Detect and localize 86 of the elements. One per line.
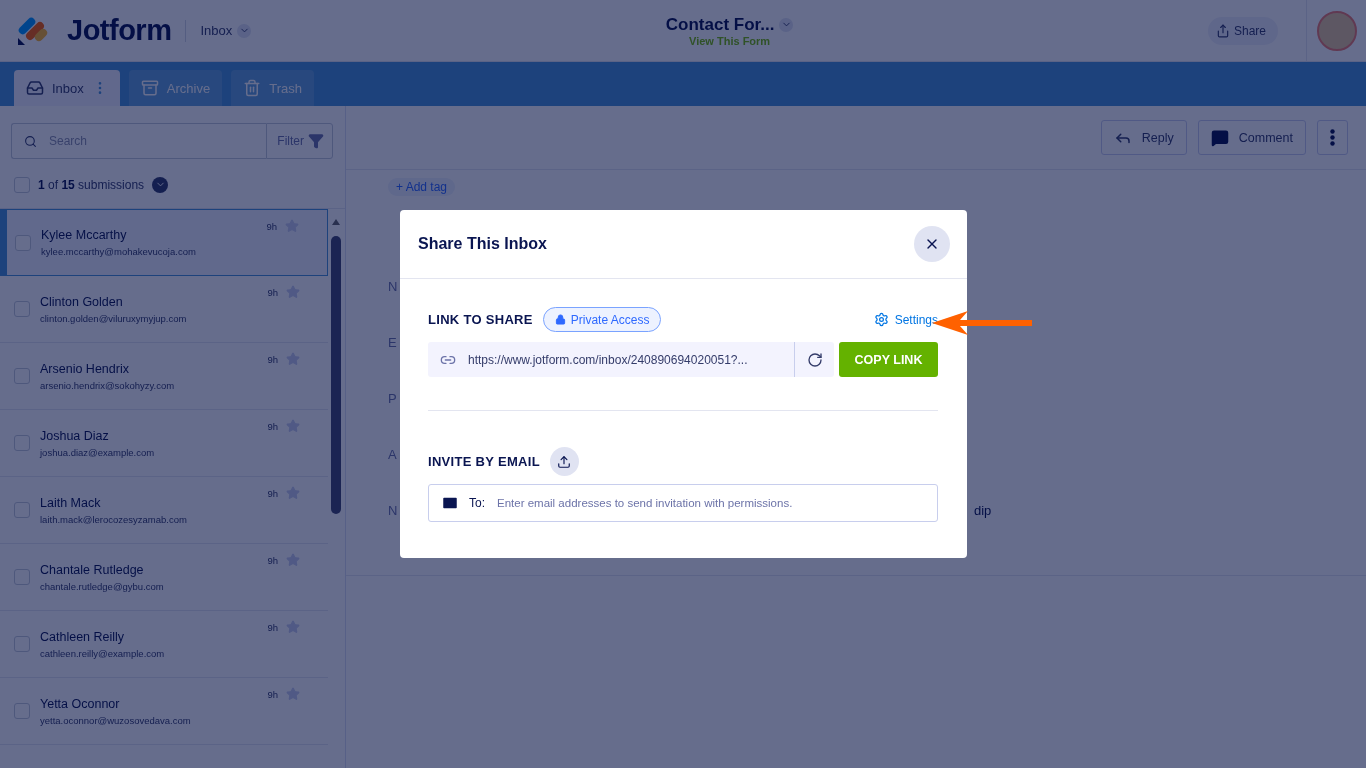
field-value: dip — [974, 502, 992, 518]
checkbox[interactable] — [14, 435, 30, 451]
submitter-email: clinton.golden@viluruxymyjup.com — [40, 312, 188, 324]
filter-button[interactable]: Filter — [266, 123, 333, 159]
submitter-name: Kylee Mccarthy — [41, 228, 128, 242]
mail-icon — [441, 494, 459, 512]
submitter-name: Cathleen Reilly — [40, 629, 126, 644]
section-title: LINK TO SHARE — [428, 312, 533, 327]
checkbox[interactable] — [14, 176, 30, 193]
submitter-email: cathleen.reilly@example.com — [40, 647, 166, 659]
settings-link[interactable]: Settings — [873, 312, 938, 327]
submitter-email: arsenio.hendrix@sokohyzy.com — [40, 379, 176, 391]
submission-item[interactable]: Yetta Oconnor yetta.oconnor@wuzosovedava.com 9h — [0, 678, 328, 745]
tab[interactable]: Inbox — [14, 70, 120, 106]
checkbox[interactable] — [14, 703, 30, 719]
section-switcher[interactable]: Inbox — [200, 23, 233, 38]
submission-item[interactable]: Cathleen Reilly cathleen.reilly@example.com 9h — [0, 611, 328, 678]
comment-icon — [1210, 128, 1229, 147]
more-button[interactable] — [1317, 120, 1348, 155]
search-icon — [24, 134, 37, 148]
time-ago: 9h — [267, 554, 278, 566]
upload-button[interactable] — [549, 447, 579, 476]
submitter-name: Chantale Rutledge — [40, 562, 145, 577]
checkbox[interactable] — [14, 636, 30, 652]
submission-item[interactable]: Joshua Diaz joshua.diaz@example.com 9h — [0, 410, 328, 477]
time-ago: 9h — [267, 353, 278, 365]
time-ago: 9h — [266, 220, 277, 232]
field-label: A — [388, 446, 398, 462]
form-title[interactable]: Contact For... — [665, 14, 775, 35]
checkbox[interactable] — [14, 569, 30, 585]
submitter-email: joshua.diaz@example.com — [40, 446, 156, 458]
more-icon — [1330, 129, 1335, 146]
upload-icon — [557, 454, 572, 469]
submitter-email: chantale.rutledge@gybu.com — [40, 580, 165, 592]
refresh-icon — [806, 351, 823, 368]
avatar[interactable] — [1316, 10, 1357, 51]
brand-name: Jotform — [67, 14, 172, 47]
submitter-name: Clinton Golden — [40, 294, 124, 309]
field-label: N — [388, 502, 399, 518]
time-ago: 9h — [267, 487, 278, 499]
access-badge[interactable]: Private Access — [542, 307, 662, 332]
field-label: E — [388, 334, 398, 350]
copy-link-button[interactable]: COPY LINK — [839, 342, 938, 377]
submitter-name: Laith Mack — [40, 495, 102, 510]
lock-icon — [554, 314, 566, 325]
time-ago: 9h — [267, 286, 278, 298]
add-tag-button[interactable]: + Add tag — [388, 178, 456, 196]
inbox-icon — [26, 79, 44, 97]
submitter-name: Joshua Diaz — [40, 428, 110, 443]
chevron-down-icon[interactable] — [779, 17, 794, 32]
filter-icon — [308, 133, 324, 149]
archive-icon — [140, 79, 159, 97]
submission-item[interactable]: Kylee Mccarthy kylee.mccarthy@mohakevucoja.com 9h — [0, 209, 328, 276]
share-link-field[interactable]: https://www.jotform.com/inbox/240890694020051?... — [428, 342, 834, 377]
submitter-email: yetta.oconnor@wuzosovedava.com — [40, 714, 192, 726]
trash-icon — [243, 79, 262, 97]
checkbox[interactable] — [15, 234, 31, 251]
submission-count: 1 of 15 submissions — [38, 177, 145, 192]
dialog-title: Share This Inbox — [418, 235, 547, 253]
submitter-name: Yetta Oconnor — [40, 696, 121, 711]
field-label: P — [388, 390, 398, 406]
close-button[interactable] — [914, 226, 950, 262]
submission-item[interactable]: Chantale Rutledge chantale.rutledge@gybu.com 9h — [0, 544, 328, 611]
share-icon — [1215, 23, 1230, 38]
email-field[interactable]: To: Enter email addresses to send invitation with permissions. — [428, 484, 938, 522]
time-ago: 9h — [267, 688, 278, 700]
settings-icon — [873, 312, 889, 327]
submitter-email: kylee.mccarthy@mohakevucoja.com — [41, 246, 197, 257]
chevron-down-icon[interactable] — [152, 176, 169, 193]
time-ago: 9h — [267, 420, 278, 432]
reply-button[interactable]: Reply — [1100, 120, 1187, 155]
submission-item[interactable]: Laith Mack laith.mack@lerocozesyzamab.com 9h — [0, 477, 328, 544]
share-button[interactable]: Share — [1207, 16, 1278, 45]
checkbox[interactable] — [14, 301, 30, 317]
checkbox[interactable] — [14, 502, 30, 518]
field-label: N — [388, 278, 399, 294]
chevron-down-icon[interactable] — [237, 23, 252, 38]
submission-item[interactable]: Arsenio Hendrix arsenio.hendrix@sokohyzy.com 9h — [0, 343, 328, 410]
submitter-name: Arsenio Hendrix — [40, 361, 130, 376]
submission-item[interactable]: Clinton Golden clinton.golden@viluruxymyjup.com 9h — [0, 276, 328, 343]
section-title: INVITE BY EMAIL — [428, 454, 540, 469]
submitter-email: laith.mack@lerocozesyzamab.com — [40, 513, 188, 525]
comment-button[interactable]: Comment — [1197, 120, 1306, 155]
checkbox[interactable] — [14, 368, 30, 384]
time-ago: 9h — [267, 621, 278, 633]
to-label: To: — [469, 496, 485, 510]
